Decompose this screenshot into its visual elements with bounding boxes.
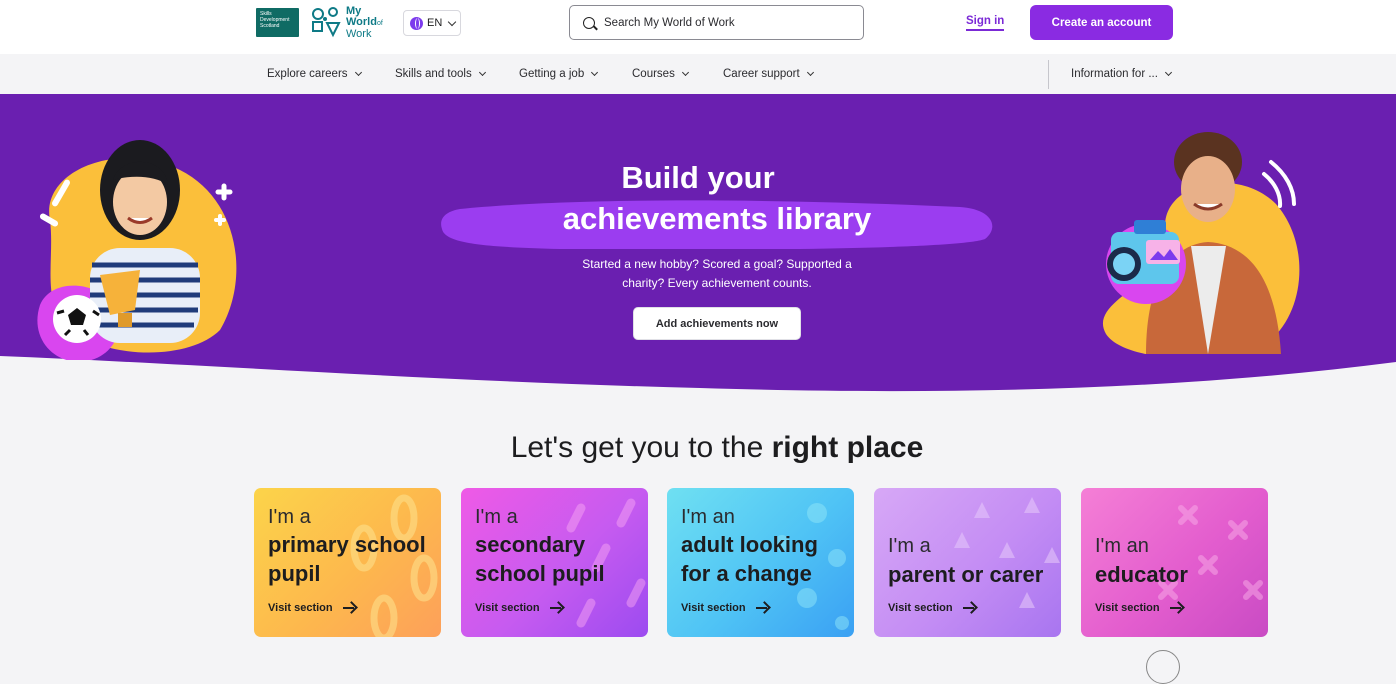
card-pre-label: I'm a	[268, 506, 311, 528]
nav-divider	[1048, 60, 1049, 89]
visit-section-link[interactable]: Visit section	[475, 602, 562, 614]
card-main-line: for a change	[681, 561, 812, 586]
card-main-label: secondary school pupil	[475, 530, 605, 588]
visit-section-link[interactable]: Visit section	[681, 602, 768, 614]
brand-line-world: World	[346, 16, 377, 28]
search-input[interactable]: Search My World of Work	[569, 5, 864, 40]
search-icon	[583, 16, 595, 29]
nav-item-label: Information for ...	[1071, 68, 1158, 80]
persona-card-secondary-pupil[interactable]: I'm a secondary school pupil Visit sectio…	[461, 488, 648, 637]
globe-icon	[410, 16, 423, 30]
chevron-down-icon	[354, 68, 362, 77]
card-main-label: primary school pupil	[268, 530, 426, 588]
chevron-down-icon	[806, 68, 814, 77]
card-main-line: parent or carer	[888, 562, 1044, 587]
sign-in-link[interactable]: Sign in	[966, 15, 1005, 31]
arrow-right-icon	[342, 602, 355, 614]
persona-card-parent[interactable]: I'm a parent or carer Visit section	[874, 488, 1061, 637]
nav-item-label: Skills and tools	[395, 68, 472, 80]
card-pre-label: I'm a	[888, 535, 931, 557]
hero-title-line1: Build your	[621, 160, 775, 195]
card-main-label: parent or carer	[888, 560, 1043, 589]
brand-of: of	[376, 20, 383, 27]
section-title-plain: Let's get you to the	[510, 431, 772, 464]
arrow-right-icon	[549, 602, 562, 614]
persona-card-educator[interactable]: I'm an educator Visit section	[1081, 488, 1268, 637]
visit-section-label: Visit section	[268, 602, 333, 614]
card-pre-label: I'm a	[475, 506, 518, 528]
language-label: EN	[427, 17, 443, 29]
card-main-line: school pupil	[475, 561, 605, 586]
chevron-down-icon	[478, 68, 486, 77]
adult-with-camera-illustration	[1103, 132, 1300, 354]
visit-section-label: Visit section	[888, 602, 953, 614]
search-placeholder: Search My World of Work	[604, 16, 735, 29]
skills-development-scotland-logo[interactable]: Skills Development Scotland	[256, 8, 299, 37]
card-main-line: primary school	[268, 532, 426, 557]
carousel-control[interactable]	[1146, 650, 1180, 684]
section-title-bold: right place	[771, 431, 924, 464]
nav-item-label: Courses	[632, 68, 675, 80]
nav-item-label: Career support	[723, 68, 800, 80]
create-account-button[interactable]: Create an account	[1030, 5, 1173, 40]
card-main-line: educator	[1095, 562, 1188, 587]
chevron-down-icon	[448, 17, 457, 26]
nav-item-information-for[interactable]: Information for ...	[1071, 68, 1172, 80]
arrow-right-icon	[755, 602, 768, 614]
visit-section-link[interactable]: Visit section	[888, 602, 975, 614]
card-pre-label: I'm an	[681, 506, 735, 528]
nav-item-getting-a-job[interactable]: Getting a job	[519, 68, 599, 80]
nav-item-skills-and-tools[interactable]: Skills and tools	[395, 68, 486, 80]
brand-text: My Worldof Work	[346, 6, 383, 40]
my-world-of-work-logo[interactable]: My Worldof Work	[309, 5, 395, 41]
card-main-line: secondary	[475, 532, 586, 557]
nav-item-explore-careers[interactable]: Explore careers	[267, 68, 362, 80]
visit-section-label: Visit section	[681, 602, 746, 614]
chevron-down-icon	[681, 68, 689, 77]
add-achievements-button[interactable]: Add achievements now	[633, 307, 801, 340]
card-main-label: adult looking for a change	[681, 530, 818, 588]
visit-section-link[interactable]: Visit section	[268, 602, 355, 614]
section-title: Let's get you to the right place	[0, 431, 1396, 465]
card-main-label: educator	[1095, 560, 1188, 589]
nav-item-career-support[interactable]: Career support	[723, 68, 814, 80]
persona-card-adult[interactable]: I'm an adult looking for a change Visit s…	[667, 488, 854, 637]
language-selector[interactable]: EN	[403, 10, 461, 36]
chevron-down-icon	[591, 68, 599, 77]
visit-section-label: Visit section	[1095, 602, 1160, 614]
hero-subtitle: Started a new hobby? Scored a goal? Supp…	[582, 257, 852, 290]
card-main-line: pupil	[268, 561, 321, 586]
hero-title-line2: achievements library	[562, 201, 872, 236]
my-world-of-work-mark-icon	[312, 7, 341, 38]
main-navigation: Explore careers Skills and tools Getting…	[0, 54, 1396, 94]
card-main-line: adult looking	[681, 532, 818, 557]
brand-line-work: Work	[346, 28, 372, 40]
visit-section-link[interactable]: Visit section	[1095, 602, 1182, 614]
sds-logo-line: Scotland	[260, 23, 280, 29]
card-pre-label: I'm an	[1095, 535, 1149, 557]
top-bar: Skills Development Scotland My Worldof W…	[0, 0, 1396, 54]
hero-banner: Build your achievements library Started …	[0, 94, 1396, 394]
nav-item-courses[interactable]: Courses	[632, 68, 689, 80]
arrow-right-icon	[962, 602, 975, 614]
chevron-down-icon	[1164, 68, 1172, 77]
arrow-right-icon	[1169, 602, 1182, 614]
persona-card-primary-pupil[interactable]: I'm a primary school pupil Visit section	[254, 488, 441, 637]
nav-item-label: Getting a job	[519, 68, 585, 80]
nav-item-label: Explore careers	[267, 68, 348, 80]
visit-section-label: Visit section	[475, 602, 540, 614]
